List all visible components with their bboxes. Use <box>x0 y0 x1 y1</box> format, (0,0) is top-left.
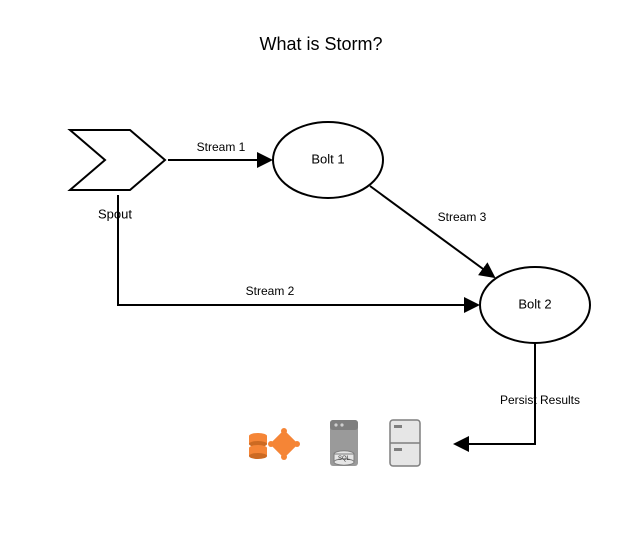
svg-text:SQL: SQL <box>338 456 351 462</box>
rds-icon: SQL <box>330 420 358 466</box>
bolt1-node: Bolt 1 <box>273 122 383 198</box>
edge-bolt1-bolt2-label: Stream 3 <box>438 210 487 224</box>
diagram-title: What is Storm? <box>259 34 382 54</box>
edge-bolt2-persist: Persist Results <box>455 343 580 444</box>
edge-spout-bolt2: Stream 2 <box>118 195 478 305</box>
edge-spout-bolt1: Stream 1 <box>168 140 271 160</box>
edge-spout-bolt2-label: Stream 2 <box>246 284 295 298</box>
bolt1-label: Bolt 1 <box>311 151 344 166</box>
bolt2-node: Bolt 2 <box>480 267 590 343</box>
spout-label: Spout <box>98 206 132 221</box>
datastore-icons: SQL <box>249 420 420 466</box>
edge-bolt1-bolt2: Stream 3 <box>370 186 494 277</box>
spout-node <box>70 130 165 190</box>
storm-topology-diagram: What is Storm? Spout Bolt 1 Bolt 2 Strea… <box>0 0 642 539</box>
bolt2-label: Bolt 2 <box>518 296 551 311</box>
persist-label: Persist Results <box>500 393 580 407</box>
redshift-icon <box>390 420 420 466</box>
dynamodb-icon <box>249 428 300 460</box>
edge-spout-bolt1-label: Stream 1 <box>197 140 246 154</box>
